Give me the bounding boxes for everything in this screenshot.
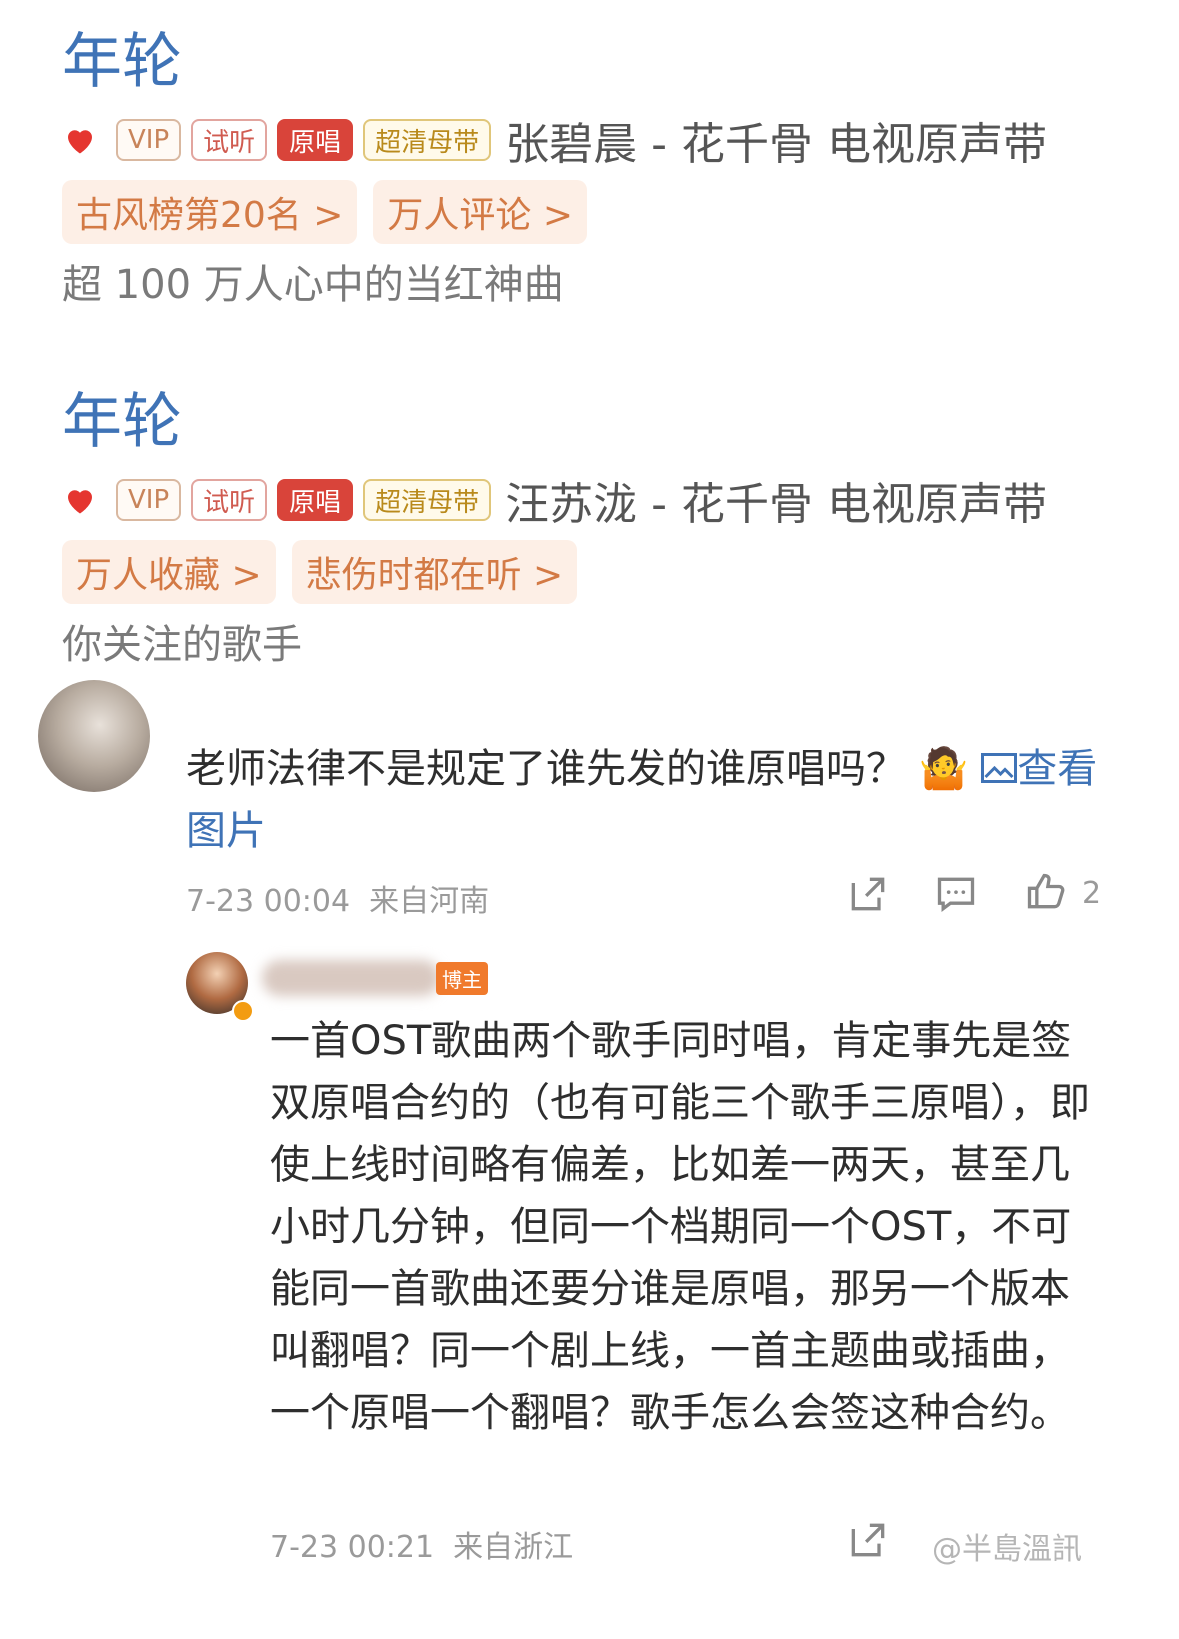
reply-time: 7-23 00:21 (270, 1530, 435, 1565)
song-subtitle: 你关注的歌手 (62, 622, 302, 668)
song-tags: 古风榜第20名 > 万人评论 > (62, 180, 588, 244)
reply-text: 一首OST歌曲两个歌手同时唱，肯定事先是签双原唱合约的（也有可能三个歌手三原唱）… (270, 1018, 1090, 1436)
heart-icon[interactable] (62, 482, 98, 518)
like-count: 2 (1082, 876, 1102, 911)
commenter-avatar[interactable] (38, 680, 150, 792)
tag-comments[interactable]: 万人评论 > (373, 180, 588, 244)
artist-album-line[interactable]: 汪苏泷 - 花千骨 电视原声带 (505, 468, 1047, 532)
reply-meta: 7-23 00:21 来自浙江 (270, 1522, 573, 1566)
vip-badge: VIP (116, 119, 182, 161)
song-subtitle: 超 100 万人心中的当红神曲 (62, 262, 564, 308)
shrug-emoji: 🤷 (918, 746, 969, 792)
tag-favorites[interactable]: 万人收藏 > (62, 540, 276, 604)
song-title[interactable]: 年轮 (62, 32, 182, 92)
comment-body: 老师法律不是规定了谁先发的谁原唱吗？ 🤷 查看图片 (186, 738, 1116, 862)
heart-icon[interactable] (62, 122, 98, 158)
trial-badge[interactable]: 试听 (191, 119, 268, 161)
verified-badge-icon (232, 1000, 254, 1022)
song-badges: VIP 试听 原唱 超清母带 汪苏泷 - 花千骨 电视原声带 (62, 474, 1047, 530)
share-icon[interactable] (846, 872, 890, 916)
share-icon[interactable] (846, 1518, 890, 1562)
watermark: @半島溫訊 (932, 1532, 1082, 1567)
image-icon (981, 753, 1018, 783)
tag-chart-rank[interactable]: 古风榜第20名 > (62, 180, 358, 244)
replier-name-blurred[interactable] (262, 960, 440, 996)
like-icon[interactable] (1024, 870, 1068, 914)
reply-location: 来自浙江 (453, 1530, 574, 1565)
artist-album-line[interactable]: 张碧晨 - 花千骨 电视原声带 (505, 108, 1047, 172)
hq-badge: 超清母带 (363, 479, 492, 521)
tag-mood[interactable]: 悲伤时都在听 > (291, 540, 578, 604)
author-badge: 博主 (436, 962, 488, 995)
original-badge: 原唱 (277, 479, 354, 521)
hq-badge: 超清母带 (363, 119, 492, 161)
song-badges: VIP 试听 原唱 超清母带 张碧晨 - 花千骨 电视原声带 (62, 114, 1047, 170)
trial-badge[interactable]: 试听 (191, 479, 268, 521)
comment-text: 老师法律不是规定了谁先发的谁原唱吗？ (186, 746, 906, 792)
original-badge: 原唱 (277, 119, 354, 161)
comment-location: 来自河南 (369, 884, 490, 919)
song-title[interactable]: 年轮 (62, 392, 182, 452)
reply-icon[interactable] (934, 872, 978, 916)
song-tags: 万人收藏 > 悲伤时都在听 > (62, 540, 578, 604)
comment-time: 7-23 00:04 (186, 884, 351, 919)
vip-badge: VIP (116, 479, 182, 521)
comment-meta: 7-23 00:04 来自河南 (186, 876, 489, 920)
